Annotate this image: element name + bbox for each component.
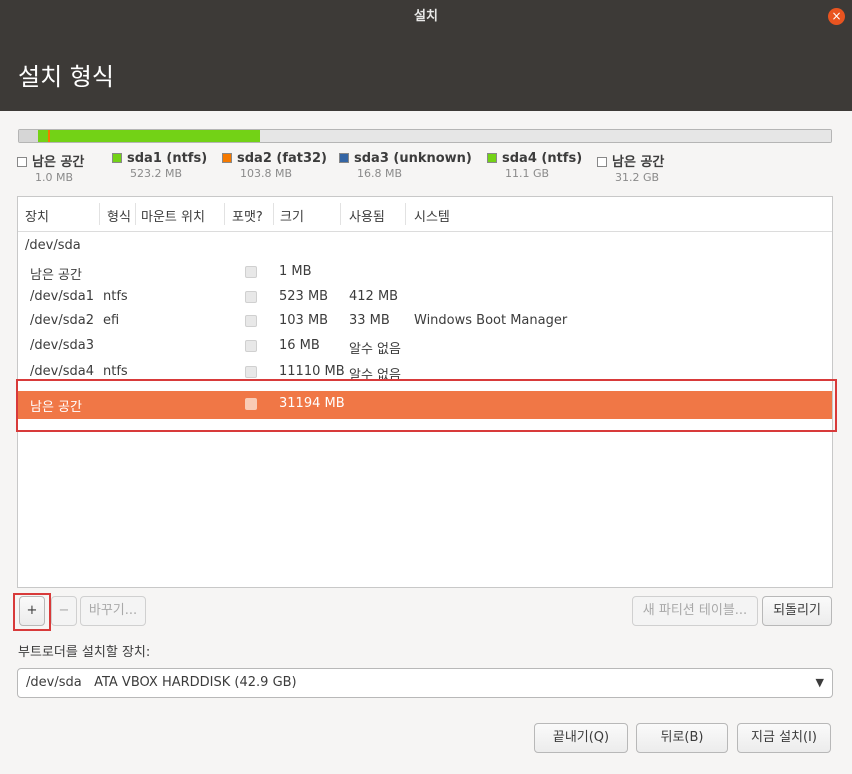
table-row[interactable]: 남은 공간 1 MB — [18, 261, 832, 286]
cell-size: 523 MB — [279, 289, 329, 304]
cell-device: 남은 공간 — [30, 268, 82, 283]
legend-item: sda1 (ntfs) 523.2 MB — [112, 151, 207, 180]
cell-device: /dev/sda2 — [30, 313, 94, 328]
cell-size: 103 MB — [279, 313, 329, 328]
close-button[interactable]: × — [828, 8, 845, 25]
new-partition-table-button[interactable]: 새 파티션 테이블... — [632, 596, 758, 626]
table-row[interactable]: /dev/sda2 efi 103 MB 33 MB Windows Boot Mana… — [18, 310, 832, 335]
legend-swatch — [222, 153, 232, 163]
table-row[interactable]: /dev/sda3 16 MB 알수 없음 — [18, 335, 832, 360]
bootloader-device-select[interactable]: /dev/sda ATA VBOX HARDDISK (42.9 GB) ▼ — [17, 668, 833, 698]
legend-label: sda3 (unknown) — [354, 151, 472, 166]
quit-button[interactable]: 끝내기(Q) — [534, 723, 628, 753]
partition-segment-free-space — [19, 130, 38, 142]
column-header-used[interactable]: 사용됨 — [349, 206, 385, 225]
remove-partition-button[interactable]: − — [51, 596, 77, 626]
legend-swatch — [339, 153, 349, 163]
legend-size: 1.0 MB — [35, 171, 74, 184]
cell-system: Windows Boot Manager — [414, 313, 568, 328]
cell-type: ntfs — [103, 364, 128, 379]
legend-swatch — [17, 157, 27, 167]
cell-size: 16 MB — [279, 338, 320, 353]
window-titlebar: 설치 × — [0, 0, 852, 33]
cell-type: efi — [103, 313, 120, 328]
page-title: 설치 형식 — [18, 63, 114, 91]
legend-swatch — [597, 157, 607, 167]
partition-legend: 남은 공간 1.0 MB sda1 (ntfs) 523.2 MB sda2 (fat3… — [17, 151, 837, 191]
legend-size: 16.8 MB — [357, 167, 403, 180]
column-header-mount[interactable]: 마운트 위치 — [141, 206, 205, 225]
cell-used: 33 MB — [349, 313, 390, 328]
legend-item: sda2 (fat32) 103.8 MB — [222, 151, 327, 180]
format-checkbox[interactable] — [245, 340, 257, 352]
table-row[interactable]: /dev/sda1 ntfs 523 MB 412 MB — [18, 286, 832, 311]
legend-item: 남은 공간 1.0 MB — [17, 151, 84, 184]
column-header-device[interactable]: 장치 — [25, 206, 49, 225]
partition-bar — [18, 129, 832, 143]
cell-size: 11110 MB — [279, 364, 345, 379]
legend-swatch — [112, 153, 122, 163]
format-checkbox[interactable] — [245, 315, 257, 327]
window-title: 설치 — [414, 9, 438, 24]
legend-item: sda4 (ntfs) 11.1 GB — [487, 151, 582, 180]
legend-label: 남은 공간 — [612, 155, 665, 170]
selection-highlight-box — [16, 379, 837, 432]
format-checkbox[interactable] — [245, 366, 257, 378]
legend-size: 523.2 MB — [130, 167, 183, 180]
legend-label: sda1 (ntfs) — [127, 151, 208, 166]
column-header-system[interactable]: 시스템 — [414, 206, 450, 225]
cell-used: 412 MB — [349, 289, 399, 304]
legend-label: sda2 (fat32) — [237, 151, 328, 166]
partition-segment-free-space — [260, 130, 831, 142]
table-row[interactable]: /dev/sda — [18, 235, 832, 260]
legend-size: 103.8 MB — [240, 167, 293, 180]
legend-swatch — [487, 153, 497, 163]
bootloader-selected-value: /dev/sda ATA VBOX HARDDISK (42.9 GB) — [26, 675, 297, 690]
install-now-button[interactable]: 지금 설치(I) — [737, 723, 831, 753]
back-button[interactable]: 뒤로(B) — [636, 723, 728, 753]
page-header: 설치 형식 — [0, 33, 852, 111]
main-content: 남은 공간 1.0 MB sda1 (ntfs) 523.2 MB sda2 (fat3… — [0, 111, 852, 774]
table-header: 장치 형식 마운트 위치 포맷? 크기 사용됨 시스템 — [18, 197, 832, 232]
legend-item: 남은 공간 31.2 GB — [597, 151, 664, 184]
column-header-format[interactable]: 포맷? — [232, 206, 263, 225]
legend-item: sda3 (unknown) 16.8 MB — [339, 151, 472, 180]
cell-device: /dev/sda1 — [30, 289, 94, 304]
cell-used: 알수 없음 — [349, 342, 401, 357]
legend-size: 31.2 GB — [615, 171, 660, 184]
column-header-size[interactable]: 크기 — [280, 206, 304, 225]
partition-segment-sda4 — [50, 130, 261, 142]
add-button-highlight-box — [13, 593, 51, 631]
cell-type: ntfs — [103, 289, 128, 304]
legend-label: 남은 공간 — [32, 155, 85, 170]
format-checkbox[interactable] — [245, 266, 257, 278]
legend-label: sda4 (ntfs) — [502, 151, 583, 166]
legend-size: 11.1 GB — [505, 167, 550, 180]
cell-size: 1 MB — [279, 264, 312, 279]
cell-device: /dev/sda — [25, 238, 81, 253]
partition-segment-sda1 — [37, 130, 48, 142]
column-header-type[interactable]: 형식 — [107, 206, 131, 225]
bootloader-label: 부트로더를 설치할 장치: — [18, 645, 151, 660]
cell-device: /dev/sda3 — [30, 338, 94, 353]
change-partition-button[interactable]: 바꾸기... — [80, 596, 146, 626]
revert-button[interactable]: 되돌리기 — [762, 596, 832, 626]
cell-device: /dev/sda4 — [30, 364, 94, 379]
chevron-down-icon: ▼ — [815, 676, 824, 689]
format-checkbox[interactable] — [245, 291, 257, 303]
